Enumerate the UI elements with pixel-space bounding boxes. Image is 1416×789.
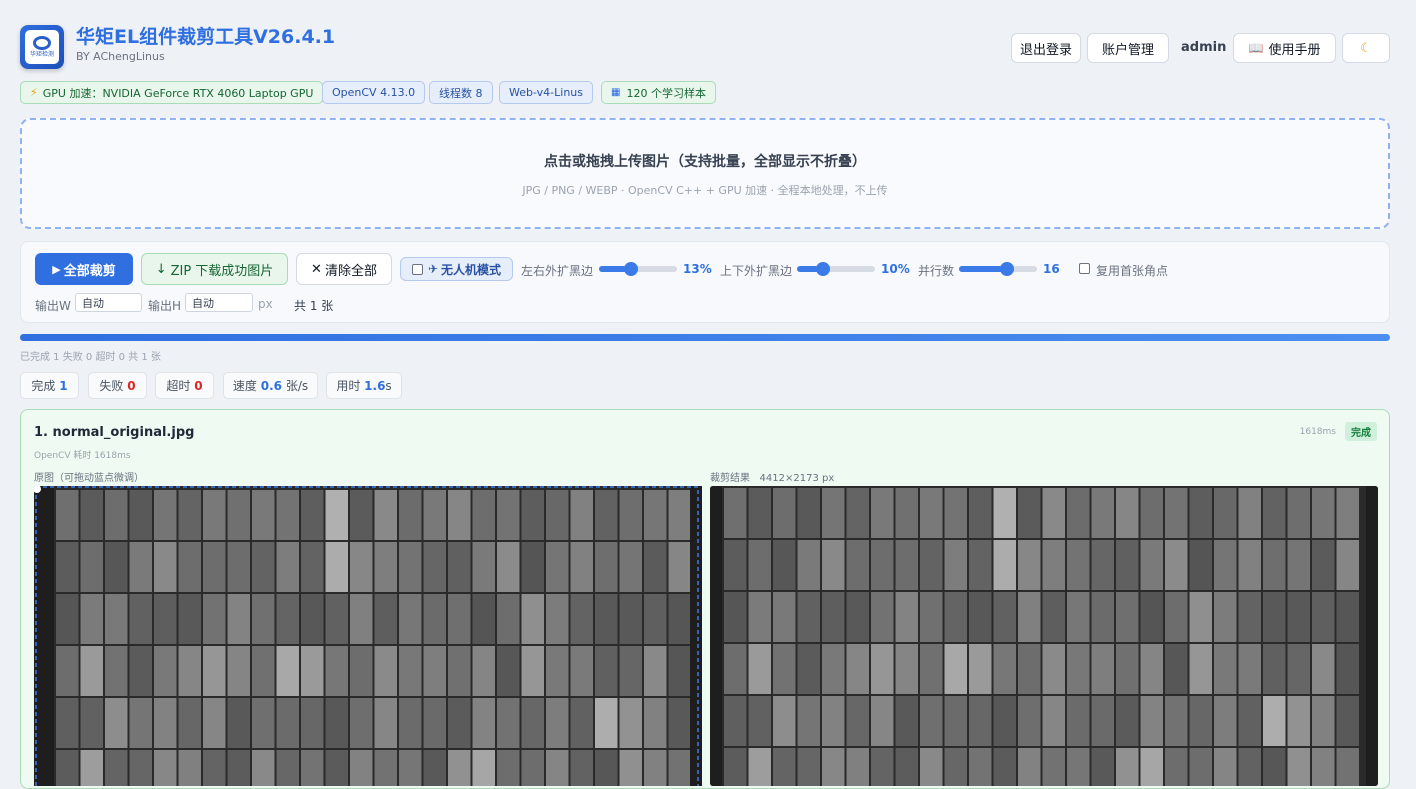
original-image-canvas[interactable] — [34, 486, 702, 786]
upload-dropzone[interactable]: 点击或拖拽上传图片（支持批量，全部显示不折叠） JPG / PNG / WEBP… — [20, 118, 1390, 229]
chart-icon: ▦ — [611, 87, 621, 98]
moon-icon: ☾ — [1360, 40, 1372, 56]
lr-margin-slider-handle[interactable] — [623, 262, 638, 276]
clear-all-button[interactable]: ✕ 清除全部 — [296, 253, 392, 285]
app-title: 华矩EL组件裁剪工具V26.4.1 — [76, 26, 336, 48]
logo-mark-icon — [33, 36, 51, 50]
opencv-badge: OpenCV 4.13.0 — [322, 81, 426, 104]
upload-title: 点击或拖拽上传图片（支持批量，全部显示不折叠） — [544, 154, 866, 170]
output-height-input[interactable] — [185, 293, 253, 312]
stat-failed: 失败 0 — [88, 372, 147, 399]
reuse-corners-label: 复用首张角点 — [1096, 264, 1169, 278]
progress-bar — [20, 334, 1390, 341]
play-icon: ▶ — [52, 262, 61, 276]
logo-text: 华矩检测 — [29, 51, 54, 58]
gpu-badge: ⚡ GPU 加速：NVIDIA GeForce RTX 4060 Laptop … — [20, 81, 324, 104]
result-time: 1618ms — [1299, 427, 1336, 437]
stat-elapsed: 用时 1.6 s — [326, 372, 402, 399]
manual-label: 使用手册 — [1268, 42, 1321, 58]
account-button[interactable]: 账户管理 — [1087, 33, 1169, 63]
crop-result-image — [710, 486, 1378, 786]
download-icon: ↓ — [155, 261, 167, 277]
drone-mode-toggle[interactable]: ✈ 无人机模式 — [400, 257, 513, 281]
parallel-label: 并行数 — [918, 264, 955, 278]
crop-all-button[interactable]: ▶ 全部裁剪 — [35, 253, 133, 285]
stat-timeout: 超时 0 — [155, 372, 214, 399]
lightning-icon: ⚡ — [30, 86, 38, 99]
output-width-input[interactable] — [75, 293, 142, 312]
theme-toggle-button[interactable]: ☾ — [1342, 33, 1390, 63]
output-unit-label: px — [258, 297, 273, 311]
version-badge: Web-v4-Linus — [499, 81, 593, 104]
app-subtitle: BY AChengLinus — [76, 50, 165, 63]
book-icon: 📖 — [1248, 41, 1264, 55]
airplane-icon: ✈ — [427, 262, 439, 276]
output-height-label: 输出H — [148, 299, 182, 313]
app-logo: 华矩检测 — [20, 25, 64, 69]
crop-result-label: 裁剪结果 4412×2173 px — [710, 473, 835, 484]
progress-text: 已完成 1 失败 0 超时 0 共 1 张 — [20, 352, 161, 363]
tb-margin-value: 10% — [881, 262, 910, 276]
lr-margin-label: 左右外扩黑边 — [521, 264, 594, 278]
tb-margin-label: 上下外扩黑边 — [720, 264, 793, 278]
tb-margin-slider[interactable] — [797, 262, 875, 276]
parallel-slider[interactable] — [959, 262, 1037, 276]
username: admin — [1181, 40, 1227, 55]
manual-button[interactable]: 📖 使用手册 — [1233, 33, 1336, 63]
upload-subtitle: JPG / PNG / WEBP · OpenCV C++ + GPU 加速 ·… — [522, 184, 888, 197]
threads-badge: 线程数 8 — [429, 81, 493, 104]
result-filename: 1. normal_original.jpg — [34, 425, 195, 440]
result-opencv-time: OpenCV 耗时 1618ms — [34, 451, 131, 461]
zip-download-button[interactable]: ↓ ZIP 下载成功图片 — [141, 253, 288, 285]
total-count: 共 1 张 — [294, 299, 334, 313]
original-image-label: 原图（可拖动蓝点微调） — [34, 473, 144, 484]
logout-button[interactable]: 退出登录 — [1011, 33, 1081, 63]
drone-mode-checkbox[interactable] — [411, 263, 423, 275]
stat-done: 完成 1 — [20, 372, 79, 399]
parallel-value: 16 — [1043, 262, 1060, 276]
output-width-label: 输出W — [35, 299, 71, 313]
lr-margin-value: 13% — [683, 262, 712, 276]
status-badge: 完成 — [1345, 422, 1377, 441]
samples-badge: ▦ 120 个学习样本 — [601, 81, 716, 104]
reuse-corners-checkbox[interactable] — [1079, 263, 1090, 274]
result-card: 1. normal_original.jpg OpenCV 耗时 1618ms … — [20, 409, 1390, 789]
close-icon: ✕ — [311, 261, 322, 277]
stat-speed: 速度 0.6 张/s — [223, 372, 318, 399]
lr-margin-slider[interactable] — [599, 262, 677, 276]
tb-margin-slider-handle[interactable] — [815, 262, 830, 276]
